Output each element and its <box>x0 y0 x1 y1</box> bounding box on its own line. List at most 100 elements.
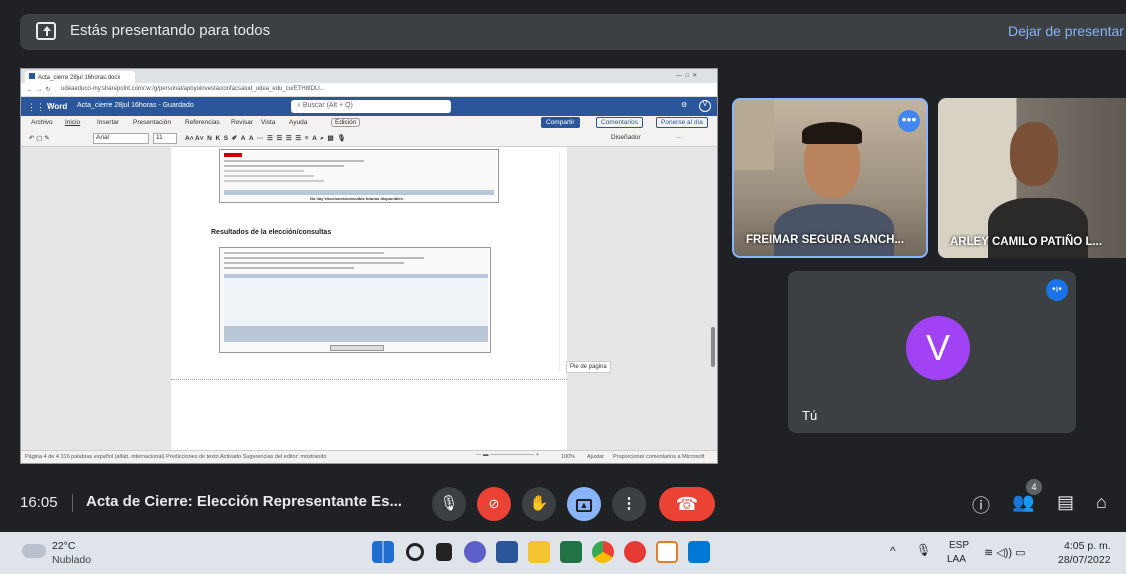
people-icon[interactable]: 👥 <box>1012 492 1034 513</box>
menu-revisar[interactable]: Revisar <box>231 119 253 126</box>
menu-inicio[interactable]: Inicio <box>65 119 80 126</box>
results-totals <box>224 326 488 342</box>
word-search-input[interactable]: ⌕ Buscar (Alt + Q) <box>291 100 451 113</box>
weather-description[interactable]: Nublado <box>52 554 91 566</box>
red-marker <box>224 153 242 157</box>
self-name: Tú <box>802 408 818 423</box>
app-icon[interactable] <box>624 541 646 563</box>
activities-icon[interactable]: ⌂ <box>1096 492 1107 513</box>
menu-edicion[interactable]: Edición <box>331 118 361 127</box>
chrome-icon[interactable] <box>592 541 614 563</box>
people-count-badge: 4 <box>1026 479 1042 495</box>
shared-screen: Acta_cierre 28jul 16horas.docx — □ ✕ ← →… <box>20 68 718 464</box>
divider <box>72 494 73 512</box>
mic-tray-icon[interactable]: 🎙 <box>916 543 931 557</box>
microphone-icon: 🎙 <box>439 495 459 512</box>
font-size-select[interactable]: 11 <box>153 133 177 144</box>
hand-icon: ✋ <box>529 495 549 512</box>
undo-icon[interactable]: ↶ ▢ ✎ <box>29 134 50 142</box>
more-options-button[interactable]: ⋮ <box>612 487 646 521</box>
menu-archivo[interactable]: Archivo <box>31 119 53 126</box>
present-screen-icon <box>36 22 56 40</box>
chat-icon[interactable]: ▤ <box>1057 492 1074 513</box>
ribbon-tabs: Archivo Inicio Insertar Presentación Ref… <box>21 116 717 131</box>
window-controls[interactable]: — □ ✕ <box>676 72 697 79</box>
info-icon[interactable]: ⓘ <box>972 492 990 518</box>
document-canvas[interactable]: No hay elecciones/consultas futuras disp… <box>21 147 717 450</box>
wifi-volume-battery-icon[interactable]: ≋ ◁)) ▭ <box>984 546 1026 559</box>
menu-vista[interactable]: Vista <box>261 119 275 126</box>
return-button-image <box>330 345 384 351</box>
menu-referencias[interactable]: Referencias <box>185 119 220 126</box>
menu-ayuda[interactable]: Ayuda <box>289 119 307 126</box>
word-status-bar: Página 4 de 4 316 palabras español (alfa… <box>21 450 717 463</box>
presenting-text: Estás presentando para todos <box>70 22 271 39</box>
excel-icon[interactable] <box>560 541 582 563</box>
feedback-link[interactable]: Proporcionar comentarios a Microsoft <box>613 454 704 460</box>
camera-button[interactable]: ⊘ <box>477 487 511 521</box>
word-icon[interactable] <box>496 541 518 563</box>
participant-tile-arley[interactable]: ARLEY CAMILO PATIÑO L... <box>938 98 1126 258</box>
start-icon[interactable] <box>372 541 394 563</box>
page-edge <box>559 151 560 371</box>
participant-tile-freimar[interactable]: ••• FREIMAR SEGURA SANCH... <box>732 98 928 258</box>
file-explorer-icon[interactable] <box>528 541 550 563</box>
clock-time[interactable]: 4:05 p. m. <box>1064 540 1111 552</box>
browser-tabstrip: Acta_cierre 28jul 16horas.docx — □ ✕ <box>21 69 717 83</box>
font-select[interactable]: Arial <box>93 133 149 144</box>
user-avatar[interactable]: V <box>699 100 711 112</box>
raise-hand-button[interactable]: ✋ <box>522 487 556 521</box>
meeting-time: 16:05 <box>20 494 58 511</box>
footer-tag[interactable]: Pie de página <box>566 361 611 373</box>
participant-face <box>1010 122 1058 186</box>
clock-date[interactable]: 28/07/2022 <box>1058 554 1111 566</box>
audio-level-icon: •ı• <box>1046 279 1068 301</box>
document-scrollbar[interactable] <box>711 327 715 367</box>
language-indicator[interactable]: ESP <box>949 540 969 551</box>
stop-presenting-button[interactable]: Dejar de presentar <box>1008 23 1124 39</box>
self-avatar: V <box>906 316 970 380</box>
browser-nav-icons[interactable]: ← → ↻ <box>27 86 51 93</box>
participant-shirt <box>774 204 894 256</box>
text-line <box>224 267 354 269</box>
format-buttons[interactable]: A˄ A˅ N K S ✐ A A ··· ☰ ☰ ☰ ☰ ≡ A ⌕ ▤ 🎙 <box>185 134 346 143</box>
comments-button[interactable]: Comentarios <box>596 117 643 128</box>
menu-insertar[interactable]: Insertar <box>97 119 119 126</box>
browser-address-bar[interactable]: ← → ↻ udeaeduco-my.sharepoint.com/:w:/g/… <box>21 83 717 97</box>
settings-icon[interactable]: ⚙ <box>681 101 687 109</box>
page-break <box>171 379 567 380</box>
microphone-button[interactable]: 🎙 <box>432 487 466 521</box>
task-view-icon[interactable] <box>436 543 452 561</box>
camera-off-icon: ⊘ <box>488 496 500 511</box>
snipping-tool-icon[interactable] <box>656 541 678 563</box>
designer-button[interactable]: Diseñador <box>611 134 641 141</box>
participant-name: ARLEY CAMILO PATIÑO L... <box>950 236 1103 248</box>
more-options-icon[interactable]: ··· <box>676 134 683 141</box>
document-name[interactable]: Acta_cierre 28jul 16horas - Guardado <box>77 102 194 109</box>
chevron-up-icon[interactable]: ^ <box>890 544 896 558</box>
keyboard-layout-indicator[interactable]: LAA <box>947 554 966 565</box>
embedded-screenshot-1: No hay elecciones/consultas futuras disp… <box>219 149 499 203</box>
more-vert-icon: ⋮ <box>621 495 637 512</box>
search-icon[interactable] <box>406 543 424 561</box>
present-now-button[interactable]: ▲ <box>567 487 601 521</box>
text-line <box>224 180 324 182</box>
meeting-title[interactable]: Acta de Cierre: Elección Representante E… <box>86 493 402 510</box>
table-header-band <box>224 190 494 195</box>
fit-button[interactable]: Ajustar <box>587 454 604 460</box>
word-title-bar: ⋮⋮⋮ Word Acta_cierre 28jul 16horas - Gua… <box>21 97 717 116</box>
more-options-icon[interactable]: ••• <box>898 110 920 132</box>
share-button[interactable]: Compartir <box>541 117 580 128</box>
catch-up-button[interactable]: Ponerse al día <box>656 117 708 128</box>
teams-chat-icon[interactable] <box>464 541 486 563</box>
cloud-icon <box>22 544 46 558</box>
document-page[interactable]: No hay elecciones/consultas futuras disp… <box>171 147 567 450</box>
menu-presentacion[interactable]: Presentación <box>133 119 171 126</box>
weather-temperature[interactable]: 22°C <box>52 540 75 552</box>
zoom-slider[interactable]: — ▬ ———————— + <box>476 452 539 458</box>
outlook-icon[interactable] <box>688 541 710 563</box>
browser-tab-title: Acta_cierre 28jul 16horas.docx <box>38 75 121 81</box>
leave-call-button[interactable]: ☎ <box>659 487 715 521</box>
zoom-level: 100% <box>561 454 576 460</box>
browser-tab[interactable]: Acta_cierre 28jul 16horas.docx <box>25 71 135 83</box>
